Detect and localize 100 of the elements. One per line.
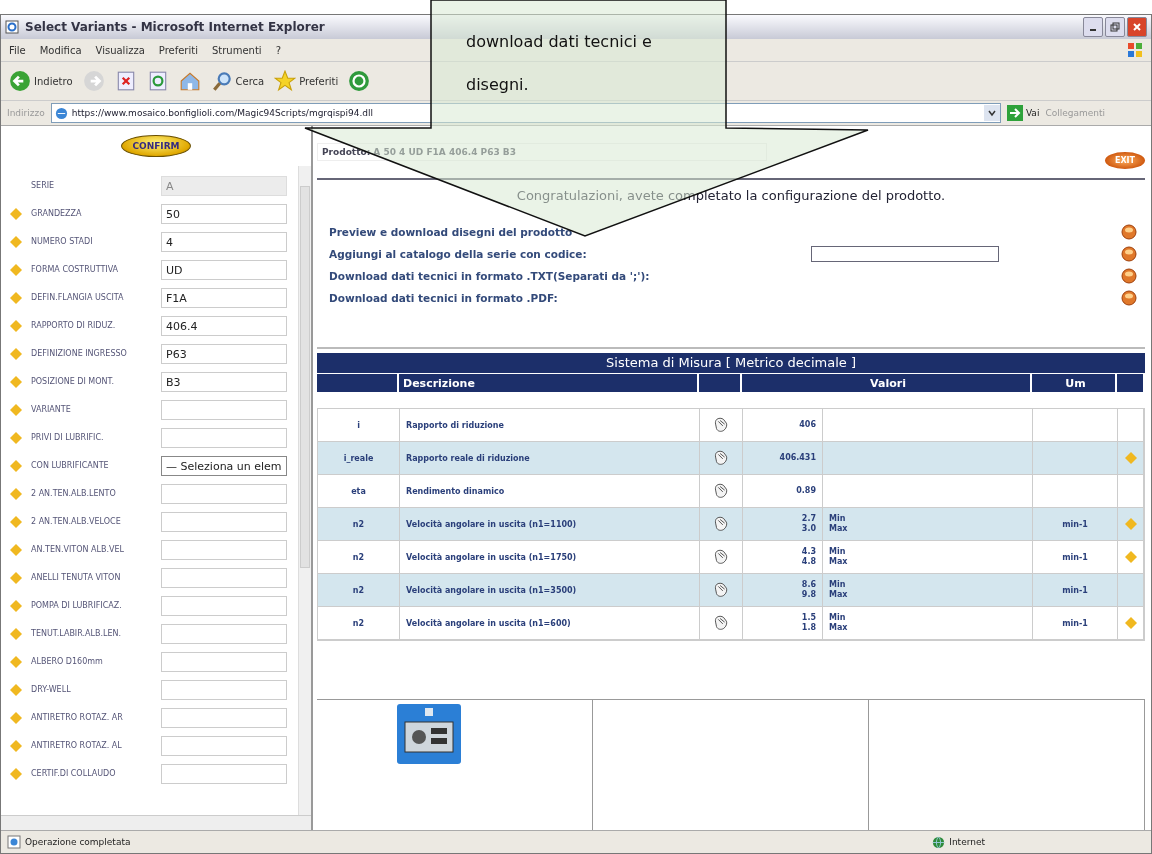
field-label: ALBERO D160mm xyxy=(31,657,104,667)
confirm-button[interactable]: CONFIRM xyxy=(121,135,191,157)
action-label: Download dati tecnici in formato .PDF: xyxy=(329,292,559,304)
round-action-button[interactable] xyxy=(1121,224,1137,240)
table-cell: min-1 xyxy=(1033,508,1118,541)
column-header: Descrizione xyxy=(399,374,699,392)
arrow-icon xyxy=(1006,105,1023,121)
input-field[interactable]: UD xyxy=(161,260,287,280)
input-field[interactable] xyxy=(161,400,287,420)
menu-item[interactable]: Strumenti xyxy=(211,44,262,56)
input-field[interactable]: 50 xyxy=(161,204,287,224)
windows-logo-icon xyxy=(1127,42,1143,58)
value-label: Min xyxy=(829,580,846,590)
media-button[interactable] xyxy=(348,70,371,92)
field-label: ANTIRETRO ROTAZ. AR xyxy=(31,713,124,723)
address-field[interactable]: https://www.mosaico.bonfiglioli.com/Magic94Scripts/mgrqispi94.dll xyxy=(50,103,1001,123)
code-input-field[interactable] xyxy=(811,246,999,262)
go-button[interactable]: Vai xyxy=(1006,105,1040,121)
field-label: 2 AN.TEN.ALB.LENTO xyxy=(31,489,117,499)
circuit-board-icon[interactable] xyxy=(397,704,461,764)
diamond-icon xyxy=(10,656,22,668)
input-field[interactable] xyxy=(161,512,287,532)
field-label: POMPA DI LUBRIFICAZ. xyxy=(31,601,123,611)
diamond-icon xyxy=(10,628,22,640)
input-field[interactable] xyxy=(161,764,287,784)
dropdown[interactable]: — Seleziona un elem xyxy=(161,456,287,476)
status-text: Operazione completata xyxy=(25,837,131,847)
input-field[interactable] xyxy=(161,568,287,588)
round-action-button[interactable] xyxy=(1121,268,1137,284)
search-button[interactable]: Cerca xyxy=(210,70,265,92)
pointer-hand-icon[interactable] xyxy=(712,449,730,467)
table-cell: n2 xyxy=(318,508,400,541)
action-label: Aggiungi al catalogo della serie con codice: xyxy=(329,248,588,260)
input-field[interactable] xyxy=(161,736,287,756)
horizontal-scrollbar[interactable] xyxy=(1,815,311,830)
table-cell: i_reale xyxy=(318,442,400,475)
globe-icon xyxy=(932,835,946,849)
input-field[interactable] xyxy=(161,540,287,560)
input-field[interactable]: F1A xyxy=(161,288,287,308)
back-button[interactable]: Indietro xyxy=(9,70,73,92)
menu-item[interactable]: Visualizza xyxy=(95,44,145,56)
field-label: RAPPORTO DI RIDUZ. xyxy=(31,321,117,331)
pointer-hand-icon[interactable] xyxy=(712,614,730,632)
diamond-icon xyxy=(10,768,22,780)
scrollbar[interactable] xyxy=(298,166,311,815)
value-label: Max xyxy=(829,590,848,600)
restore-button[interactable] xyxy=(1105,17,1125,37)
input-field[interactable]: P63 xyxy=(161,344,287,364)
value-label: Max xyxy=(829,623,848,633)
pointer-hand-icon[interactable] xyxy=(712,482,730,500)
menu-item[interactable]: Modifica xyxy=(39,44,82,56)
input-field[interactable]: 4 xyxy=(161,232,287,252)
menu-item[interactable]: Preferiti xyxy=(158,44,198,56)
field-label: DEFIN.FLANGIA USCITA xyxy=(31,293,125,303)
dropdown-button[interactable] xyxy=(983,105,1000,121)
input-field[interactable]: 406.4 xyxy=(161,316,287,336)
value-text: 4.8 xyxy=(801,557,816,567)
minimize-button[interactable] xyxy=(1083,17,1103,37)
field-label: DRY-WELL xyxy=(31,685,72,695)
value-text: 9.8 xyxy=(801,590,816,600)
diamond-icon xyxy=(10,432,22,444)
column-header: Valori xyxy=(742,374,1032,392)
input-field[interactable] xyxy=(161,428,287,448)
pointer-hand-icon[interactable] xyxy=(712,416,730,434)
pointer-hand-icon[interactable] xyxy=(712,548,730,566)
field-label: NUMERO STADI xyxy=(31,237,94,247)
close-button[interactable] xyxy=(1127,17,1147,37)
pointer-hand-icon[interactable] xyxy=(712,581,730,599)
diamond-icon xyxy=(1124,452,1137,464)
input-field[interactable] xyxy=(161,680,287,700)
column-header: Um xyxy=(1032,374,1117,392)
round-action-button[interactable] xyxy=(1121,246,1137,262)
field-label: TENUT.LABIR.ALB.LEN. xyxy=(31,629,123,639)
table-cell: min-1 xyxy=(1033,607,1118,640)
diamond-icon xyxy=(10,376,22,388)
diamond-icon xyxy=(10,712,22,724)
menu-item[interactable]: ? xyxy=(275,44,281,56)
diamond-icon xyxy=(10,264,22,276)
input-field[interactable] xyxy=(161,708,287,728)
home-button[interactable] xyxy=(178,70,201,92)
input-field[interactable] xyxy=(161,596,287,616)
value-text: 2.7 xyxy=(801,514,816,524)
table-cell: n2 xyxy=(318,607,400,640)
page-icon xyxy=(54,106,68,120)
media-icon xyxy=(348,70,371,92)
pointer-hand-icon[interactable] xyxy=(712,515,730,533)
value-text: 1.5 xyxy=(801,613,816,623)
close-icon xyxy=(1132,22,1142,32)
table-cell: n2 xyxy=(318,574,400,607)
diamond-icon xyxy=(10,404,22,416)
input-field[interactable] xyxy=(161,624,287,644)
menu-item[interactable]: File xyxy=(9,44,26,56)
favorites-button[interactable]: Preferiti xyxy=(274,70,339,92)
field-label: SERIE xyxy=(31,181,56,191)
input-field[interactable] xyxy=(161,652,287,672)
value-text: 0.89 xyxy=(796,486,816,496)
input-field[interactable]: B3 xyxy=(161,372,287,392)
input-field[interactable] xyxy=(161,484,287,504)
window-title: Select Variants - Microsoft Internet Explorer xyxy=(25,20,325,34)
round-action-button[interactable] xyxy=(1121,290,1137,306)
